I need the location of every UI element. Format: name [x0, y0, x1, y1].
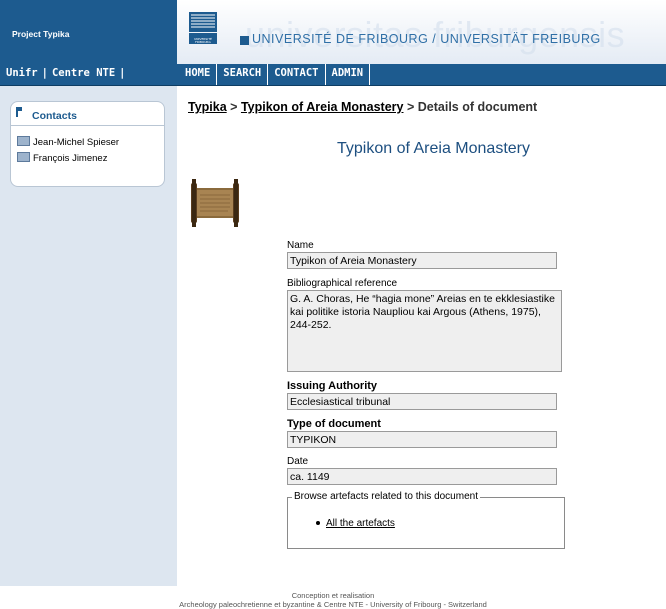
project-header: Project Typika: [0, 0, 177, 64]
subnav-separator: |: [119, 67, 126, 79]
mail-icon: [17, 152, 30, 163]
navbar: Unifr | Centre NTE | HOME SEARCH CONTACT AD…: [0, 64, 666, 86]
contacts-panel: Contacts Jean-Michel Spieser François Ji…: [10, 101, 165, 187]
artefacts-list-item: All the artefacts: [316, 518, 395, 529]
nav-admin[interactable]: ADMIN: [326, 64, 371, 85]
name-field: Typikon of Areia Monastery: [287, 252, 557, 269]
biblio-label: Bibliographical reference: [287, 278, 398, 289]
breadcrumb-separator: >: [406, 100, 415, 114]
all-artefacts-link[interactable]: All the artefacts: [326, 518, 395, 529]
nav-contact[interactable]: CONTACT: [268, 64, 326, 85]
artefacts-fieldset: Browse artefacts related to this documen…: [287, 491, 565, 549]
scroll-image: [191, 179, 239, 227]
sidebar: Contacts Jean-Michel Spieser François Ji…: [0, 86, 177, 586]
page-title: Typikon of Areia Monastery: [337, 140, 530, 157]
subnav-unifr[interactable]: Unifr: [6, 67, 38, 79]
authority-field: Ecclesiastical tribunal: [287, 393, 557, 410]
breadcrumb-separator: >: [230, 100, 238, 114]
contacts-title: Contacts: [32, 110, 77, 122]
type-field: TYPIKON: [287, 431, 557, 448]
university-logo: UNIVERSITÉ FRIBOURG: [189, 12, 217, 44]
biblio-field: G. A. Choras, He “hagia mone” Areias en …: [287, 290, 562, 372]
breadcrumb: Typika > Typikon of Areia Monastery > De…: [188, 100, 537, 114]
university-banner: universitas friburgensis UNIVERSITÉ FRIB…: [177, 0, 666, 64]
name-label: Name: [287, 240, 314, 251]
date-label: Date: [287, 456, 309, 467]
university-mark: [240, 36, 249, 45]
subnav: Unifr | Centre NTE |: [6, 67, 129, 79]
university-name: UNIVERSITÉ DE FRIBOURG / UNIVERSITÄT FRE…: [252, 32, 601, 46]
project-title: Project Typika: [12, 29, 70, 39]
bullet-icon: [316, 521, 320, 526]
contact-item[interactable]: François Jimenez: [17, 152, 107, 164]
main-nav: HOME SEARCH CONTACT ADMIN: [177, 64, 371, 85]
contacts-header: Contacts: [11, 102, 164, 126]
breadcrumb-typikon[interactable]: Typikon of Areia Monastery: [241, 100, 404, 114]
authority-label: Issuing Authority: [287, 380, 378, 392]
subnav-centre-nte[interactable]: Centre NTE: [52, 67, 115, 79]
svg-text:FRIBOURG: FRIBOURG: [195, 40, 211, 44]
contact-name[interactable]: François Jimenez: [33, 153, 107, 164]
contact-item[interactable]: Jean-Michel Spieser: [17, 136, 119, 148]
nav-search[interactable]: SEARCH: [217, 64, 269, 85]
date-field: ca. 1149: [287, 468, 557, 485]
contact-name[interactable]: Jean-Michel Spieser: [33, 137, 119, 148]
breadcrumb-current: Details of document: [417, 100, 538, 114]
artefacts-legend: Browse artefacts related to this documen…: [292, 491, 480, 502]
subnav-separator: |: [41, 67, 48, 79]
nav-home[interactable]: HOME: [177, 64, 218, 85]
mail-icon: [17, 136, 30, 147]
flag-icon: [16, 107, 22, 117]
footer-credit: Conception et realisation: [291, 591, 375, 600]
breadcrumb-typika[interactable]: Typika: [188, 100, 227, 114]
type-label: Type of document: [287, 418, 381, 430]
